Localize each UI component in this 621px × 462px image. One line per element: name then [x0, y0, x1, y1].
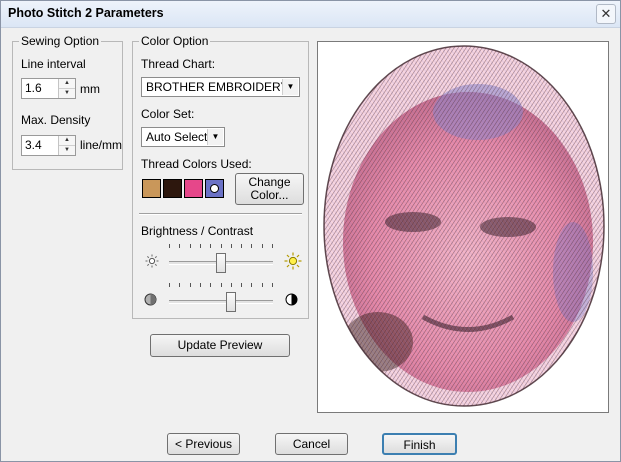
finish-button[interactable]: Finish — [382, 433, 457, 455]
color-set-value[interactable]: Auto Select — [146, 130, 207, 144]
slider-tick — [169, 283, 170, 287]
brightness-contrast-label: Brightness / Contrast — [141, 224, 254, 238]
slider-tick — [221, 244, 222, 248]
divider — [139, 213, 302, 215]
spin-up-icon[interactable]: ▲ — [59, 79, 75, 89]
contrast-slider[interactable] — [169, 283, 273, 313]
thread-chart-label: Thread Chart: — [141, 57, 216, 71]
slider-tick — [190, 283, 191, 287]
color-option-group: Color Option Thread Chart: BROTHER EMBRO… — [132, 34, 309, 319]
thread-colors-label: Thread Colors Used: — [141, 157, 252, 171]
slider-tick — [200, 283, 201, 287]
slider-tick — [231, 244, 232, 248]
photo-stitch-dialog: Photo Stitch 2 Parameters ✕ Sewing Optio… — [0, 0, 621, 462]
spin-up-icon[interactable]: ▲ — [59, 136, 75, 146]
slider-tick — [241, 244, 242, 248]
update-preview-button[interactable]: Update Preview — [150, 334, 290, 357]
slider-tick — [272, 244, 273, 248]
line-interval-unit: mm — [80, 82, 100, 96]
color-set-select[interactable]: Auto Select ▼ — [141, 127, 225, 147]
spin-down-icon[interactable]: ▼ — [59, 89, 75, 98]
sewing-option-group: Sewing Option Line interval 1.6 ▲ ▼ mm M… — [12, 34, 123, 170]
slider-tick — [210, 244, 211, 248]
sun-dim-icon — [145, 254, 159, 268]
selected-dot-icon — [210, 184, 219, 193]
previous-button[interactable]: < Previous — [167, 433, 240, 455]
slider-tick — [241, 283, 242, 287]
chevron-down-icon[interactable]: ▼ — [207, 129, 223, 145]
thread-swatch — [142, 179, 161, 198]
contrast-high-icon — [285, 293, 298, 306]
slider-ticks — [169, 244, 273, 250]
slider-tick — [231, 283, 232, 287]
line-interval-stepper[interactable]: 1.6 ▲ ▼ — [21, 78, 76, 99]
slider-tick — [169, 244, 170, 248]
slider-ticks — [169, 283, 273, 289]
window-title: Photo Stitch 2 Parameters — [8, 6, 164, 20]
stitch-preview — [317, 41, 609, 413]
thread-swatch — [163, 179, 182, 198]
change-color-button[interactable]: Change Color... — [235, 173, 304, 205]
stitch-preview-image — [323, 45, 605, 407]
thread-color-swatches — [142, 179, 224, 198]
max-density-unit: line/mm — [80, 138, 123, 152]
slider-tick — [190, 244, 191, 248]
max-density-stepper[interactable]: 3.4 ▲ ▼ — [21, 135, 76, 156]
max-density-value[interactable]: 3.4 — [25, 138, 42, 152]
thread-swatch — [184, 179, 203, 198]
max-density-label: Max. Density — [21, 113, 91, 127]
slider-tick — [262, 244, 263, 248]
sun-bright-icon — [284, 252, 302, 270]
title-bar: Photo Stitch 2 Parameters ✕ — [1, 1, 620, 28]
line-interval-spin-buttons[interactable]: ▲ ▼ — [58, 79, 75, 98]
slider-tick — [179, 244, 180, 248]
sewing-option-legend: Sewing Option — [19, 34, 102, 48]
slider-tick — [272, 283, 273, 287]
contrast-low-icon — [144, 293, 157, 306]
contrast-slider-thumb[interactable] — [226, 292, 236, 312]
chevron-down-icon[interactable]: ▼ — [282, 79, 298, 95]
slider-tick — [262, 283, 263, 287]
cancel-button[interactable]: Cancel — [275, 433, 348, 455]
line-interval-label: Line interval — [21, 57, 86, 71]
thread-chart-value[interactable]: BROTHER EMBROIDERY — [146, 80, 288, 94]
line-interval-value[interactable]: 1.6 — [25, 81, 42, 95]
color-set-label: Color Set: — [141, 107, 195, 121]
slider-tick — [251, 244, 252, 248]
max-density-spin-buttons[interactable]: ▲ ▼ — [58, 136, 75, 155]
brightness-slider-thumb[interactable] — [216, 253, 226, 273]
slider-track[interactable] — [169, 300, 273, 304]
color-option-legend: Color Option — [139, 34, 211, 48]
slider-tick — [200, 244, 201, 248]
thread-swatch-selected — [205, 179, 224, 198]
slider-tick — [179, 283, 180, 287]
slider-tick — [251, 283, 252, 287]
brightness-slider[interactable] — [169, 244, 273, 274]
spin-down-icon[interactable]: ▼ — [59, 146, 75, 155]
close-button[interactable]: ✕ — [596, 4, 616, 24]
slider-tick — [210, 283, 211, 287]
slider-tick — [221, 283, 222, 287]
thread-chart-select[interactable]: BROTHER EMBROIDERY ▼ — [141, 77, 300, 97]
